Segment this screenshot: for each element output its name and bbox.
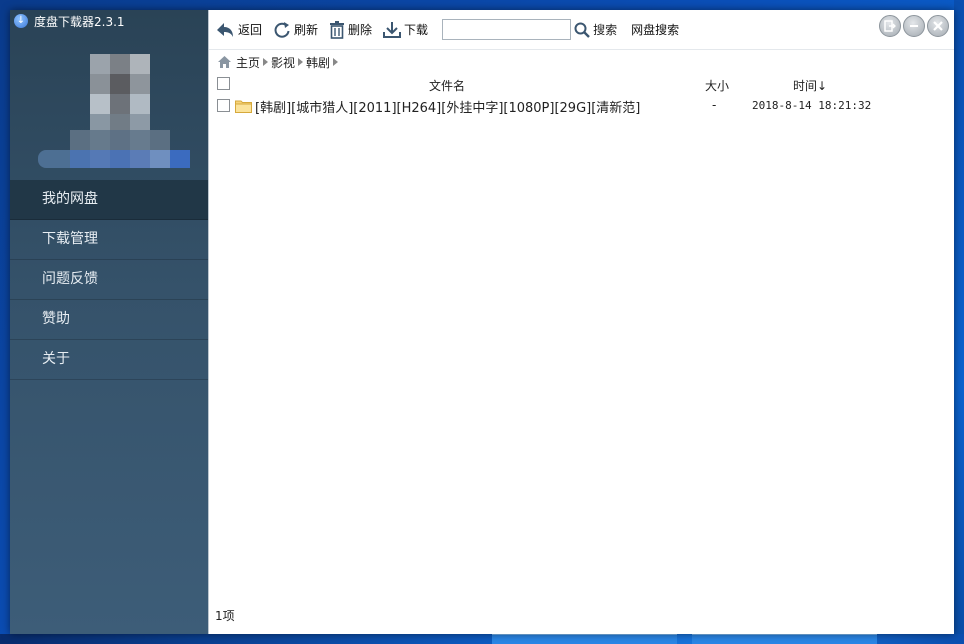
sidebar-item-feedback[interactable]: 问题反馈 [10,260,208,300]
refresh-label: 刷新 [294,23,319,37]
row-checkbox[interactable] [217,99,230,112]
search-icon [574,22,590,38]
breadcrumb-kdrama[interactable]: 韩剧 [306,54,330,71]
home-icon[interactable] [217,55,232,69]
sidebar-item-sponsor[interactable]: 赞助 [10,300,208,340]
refresh-button[interactable]: 刷新 [273,21,318,39]
search-input[interactable] [442,19,572,40]
app-window: ↓ 度盘下载器2.3.1 我的网盘 下载管理 问题反馈 赞助 关于 返回 刷新 … [10,10,954,634]
download-logo-icon: ↓ [14,14,28,28]
app-title: 度盘下载器2.3.1 [34,14,125,29]
avatar[interactable] [30,40,190,168]
exit-icon [884,20,896,32]
item-count: 1项 [215,609,235,623]
breadcrumb-home[interactable]: 主页 [236,54,260,71]
trash-icon [330,20,345,39]
file-table-header: 文件名 大小 时间↓ [209,74,954,94]
desktop-window-pane [692,634,877,644]
window-controls [877,15,949,37]
breadcrumb-separator-icon [298,58,304,66]
breadcrumb-separator-icon [333,58,339,66]
column-header-filename[interactable]: 文件名 [429,77,465,94]
minimize-icon [910,25,918,27]
sidebar-item-my-netdisk[interactable]: 我的网盘 [10,180,208,220]
breadcrumb-separator-icon [263,58,269,66]
sidebar: ↓ 度盘下载器2.3.1 我的网盘 下载管理 问题反馈 赞助 关于 [10,10,208,634]
status-bar: 1项 [215,607,235,624]
download-icon [383,21,402,38]
delete-button[interactable]: 删除 [329,20,373,39]
refresh-icon [274,21,290,38]
search-label: 搜索 [593,23,618,37]
file-name[interactable]: [韩剧][城市猎人][2011][H264][外挂中字][1080P][29G]… [255,97,640,116]
column-header-time[interactable]: 时间↓ [793,77,827,94]
close-icon [933,21,943,31]
file-time: 2018-8-14 18:21:32 [752,99,872,112]
breadcrumb: 主页 影视 韩剧 [209,50,954,74]
minimize-button[interactable] [903,15,925,37]
back-arrow-icon [217,22,233,37]
desktop-edge-right [954,0,964,644]
download-button[interactable]: 下载 [383,21,428,39]
netdisk-search-label: 网盘搜索 [631,23,680,37]
desktop-window-pane [492,634,677,644]
download-label: 下载 [404,23,429,37]
column-header-size[interactable]: 大小 [705,77,729,94]
table-row[interactable]: [韩剧][城市猎人][2011][H264][外挂中字][1080P][29G]… [209,94,954,116]
select-all-checkbox[interactable] [217,77,230,90]
exit-button[interactable] [879,15,901,37]
back-label: 返回 [238,23,263,37]
desktop-edge-bottom [0,634,964,644]
breadcrumb-movies[interactable]: 影视 [271,54,295,71]
sidebar-nav: 我的网盘 下载管理 问题反馈 赞助 关于 [10,180,208,380]
file-size: - [712,98,717,112]
search-button[interactable]: 搜索 [574,21,617,38]
toolbar: 返回 刷新 删除 下载 搜索 网盘搜索 [209,10,954,50]
title-bar: ↓ 度盘下载器2.3.1 [10,10,208,32]
close-button[interactable] [927,15,949,37]
sidebar-item-about[interactable]: 关于 [10,340,208,380]
delete-label: 删除 [348,23,373,37]
main-panel: 返回 刷新 删除 下载 搜索 网盘搜索 主页 影视 韩剧 文件名 大小 时间↓ … [208,10,954,634]
netdisk-search-button[interactable]: 网盘搜索 [631,21,679,38]
back-button[interactable]: 返回 [215,21,262,39]
folder-icon [235,100,252,113]
sidebar-item-download-manager[interactable]: 下载管理 [10,220,208,260]
